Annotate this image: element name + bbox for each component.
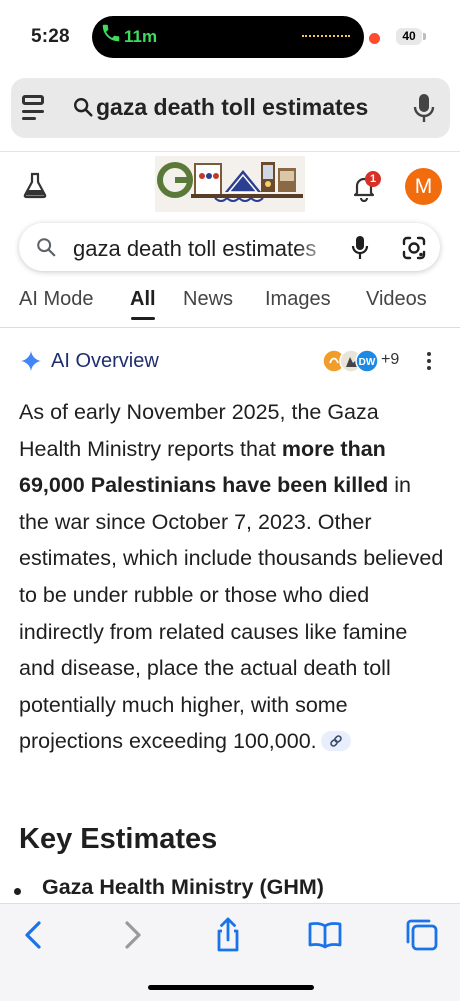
tab-news[interactable]: News bbox=[183, 288, 233, 311]
ai-overview-text: As of early November 2025, the Gaza Heal… bbox=[19, 394, 444, 760]
tab-ai-mode[interactable]: AI Mode bbox=[19, 288, 93, 311]
notification-badge: 1 bbox=[365, 171, 381, 187]
search-icon bbox=[35, 236, 57, 258]
account-avatar[interactable]: M bbox=[405, 168, 442, 205]
divider bbox=[0, 327, 460, 328]
phone-call-icon bbox=[100, 22, 126, 48]
active-tab-indicator bbox=[131, 317, 155, 320]
search-input[interactable]: gaza death toll estimates bbox=[73, 236, 335, 262]
bookmarks-book-icon[interactable] bbox=[305, 915, 345, 955]
search-icon bbox=[72, 96, 94, 118]
more-sources-count[interactable]: +9 bbox=[381, 351, 399, 369]
recording-indicator-icon bbox=[369, 33, 380, 44]
overview-text-part: in the war since October 7, 2023. Other … bbox=[19, 473, 444, 754]
more-options-icon[interactable] bbox=[427, 352, 433, 372]
key-estimates-heading: Key Estimates bbox=[19, 823, 218, 855]
citation-link-icon[interactable] bbox=[320, 731, 351, 752]
ai-sparkle-icon bbox=[20, 350, 42, 372]
tab-videos[interactable]: Videos bbox=[366, 288, 427, 311]
list-item: Gaza Health Ministry (GHM) bbox=[42, 875, 324, 899]
battery-icon: 40 bbox=[396, 28, 422, 45]
call-duration: 11m bbox=[124, 27, 158, 46]
tab-all[interactable]: All bbox=[130, 288, 156, 311]
voice-search-icon[interactable] bbox=[350, 234, 370, 262]
ai-overview-title: AI Overview bbox=[51, 350, 159, 372]
share-icon[interactable] bbox=[208, 915, 248, 955]
address-bar-text[interactable]: gaza death toll estimates bbox=[96, 94, 368, 121]
google-doodle-logo[interactable] bbox=[155, 156, 305, 212]
battery-cap bbox=[423, 33, 426, 40]
google-lens-icon[interactable] bbox=[400, 235, 428, 261]
labs-flask-icon[interactable] bbox=[22, 171, 48, 199]
svg-text:DW: DW bbox=[359, 357, 376, 368]
source-favicons-icon[interactable]: DW bbox=[322, 349, 380, 373]
page-menu-icon[interactable] bbox=[22, 93, 48, 123]
audio-waveform-icon bbox=[302, 35, 350, 37]
bullet-icon bbox=[14, 888, 21, 895]
forward-chevron-icon[interactable] bbox=[112, 915, 152, 955]
microphone-icon[interactable] bbox=[410, 92, 438, 124]
status-time: 5:28 bbox=[31, 26, 70, 47]
back-chevron-icon[interactable] bbox=[14, 915, 54, 955]
home-indicator[interactable] bbox=[148, 985, 314, 990]
tab-images[interactable]: Images bbox=[265, 288, 331, 311]
divider bbox=[0, 151, 460, 152]
tabs-overview-icon[interactable] bbox=[402, 915, 442, 955]
